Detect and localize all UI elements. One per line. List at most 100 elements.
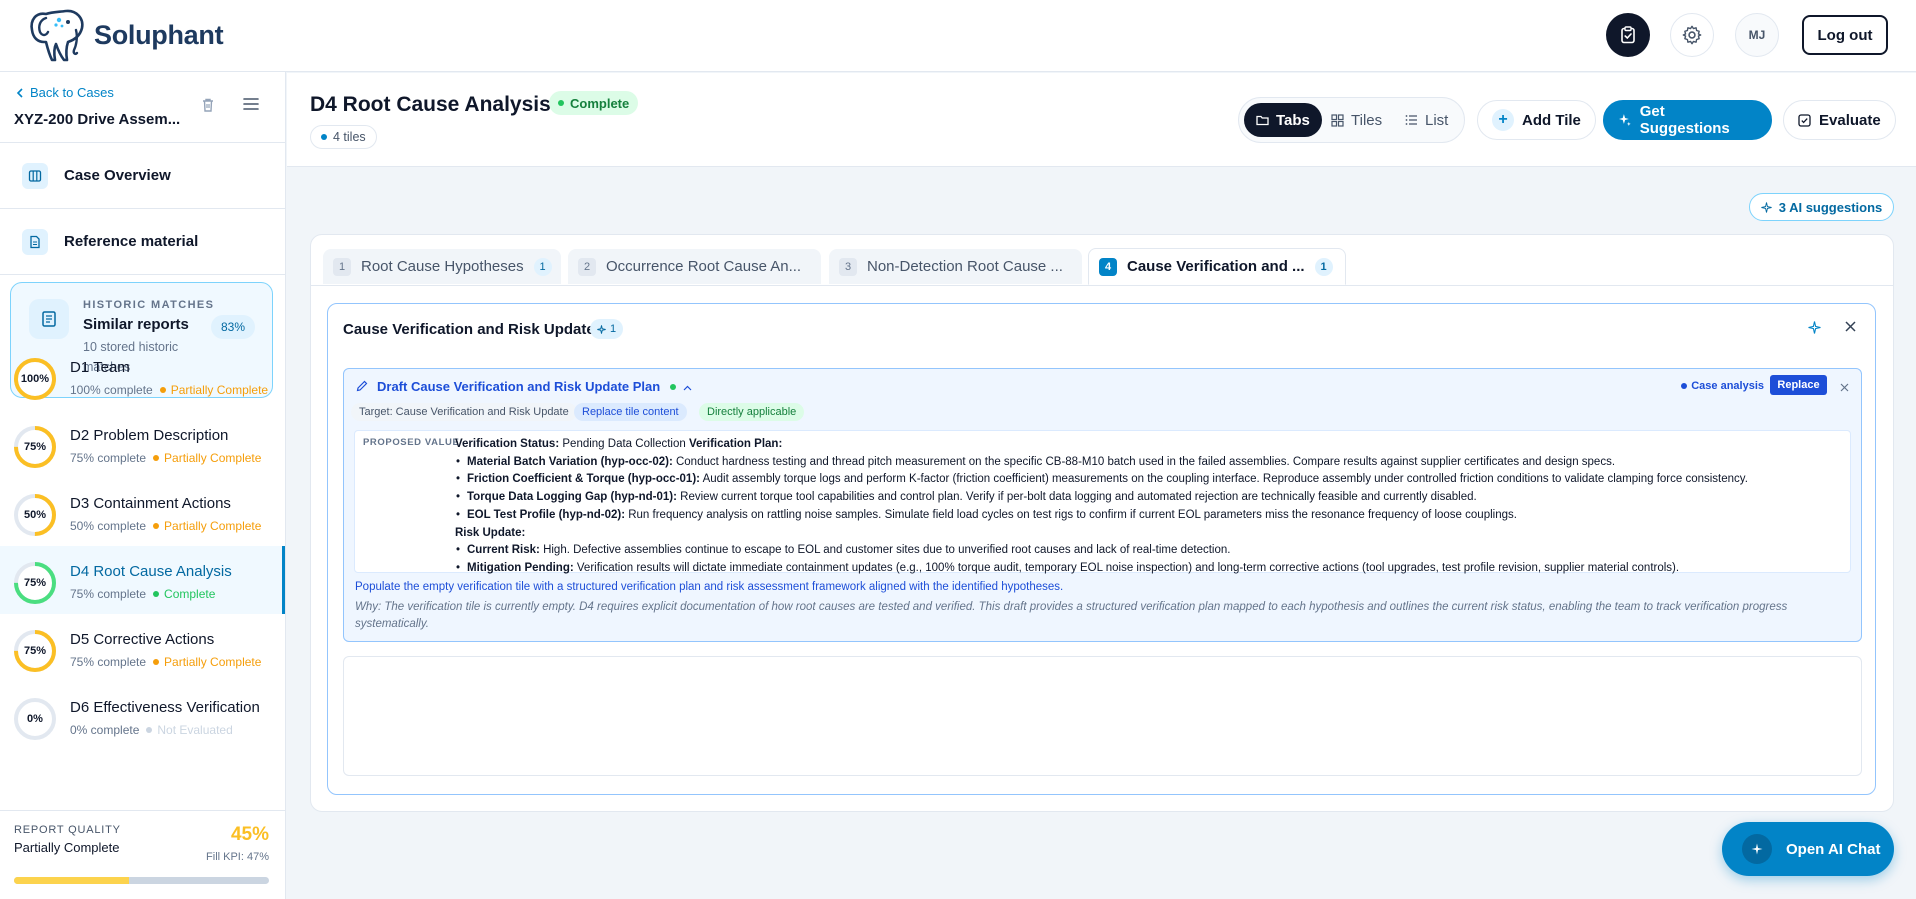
dismiss-suggestion-button[interactable]	[1840, 379, 1849, 397]
case-name: XYZ-200 Drive Assem...	[14, 111, 181, 128]
sidebar-discipline-item[interactable]: 100% D1 Team 100% complete Partially Comple…	[0, 342, 285, 410]
sidebar-discipline-item[interactable]: 50% D3 Containment Actions 50% complete Par…	[0, 478, 285, 546]
elephant-logo-icon	[30, 9, 84, 62]
delete-case-button[interactable]	[200, 97, 216, 118]
tile-content-editor[interactable]	[343, 656, 1862, 776]
evaluate-button[interactable]: Evaluate	[1783, 100, 1896, 140]
quality-bar-fill	[14, 877, 129, 884]
ring-label: 75%	[23, 577, 47, 589]
tile-title: Cause Verification and Risk Update	[343, 321, 595, 338]
back-label: Back to Cases	[30, 85, 114, 100]
tile-close-button[interactable]	[1844, 320, 1857, 338]
close-icon	[1840, 383, 1849, 392]
quality-bar-track	[14, 877, 269, 884]
sidebar: Back to Cases XYZ-200 Drive Assem... Cas…	[0, 72, 286, 899]
chevron-up-icon	[684, 385, 692, 391]
top-bar: Soluphant MJ Log out	[0, 0, 1916, 72]
folder-icon	[1256, 115, 1269, 126]
list-icon	[1405, 115, 1417, 125]
discipline-progress: 75% complete Partially Complete	[70, 655, 262, 669]
get-suggestions-button[interactable]: Get Suggestions	[1603, 100, 1772, 140]
gear-icon	[1682, 25, 1702, 45]
sparkle-icon	[1808, 321, 1821, 334]
nav-case-overview[interactable]: Case Overview	[0, 143, 285, 209]
tab-occurrence-root-cause[interactable]: 2 Occurrence Root Cause An...	[568, 249, 821, 284]
tile-cause-verification: Cause Verification and Risk Update 1 Dra…	[327, 303, 1876, 795]
clipboard-button[interactable]	[1606, 13, 1650, 57]
add-tile-button[interactable]: + Add Tile	[1477, 100, 1596, 140]
brand-logo[interactable]: Soluphant	[28, 8, 224, 62]
suggestion-rationale: Why: The verification tile is currently …	[355, 601, 1788, 630]
avatar-initials: MJ	[1748, 28, 1766, 42]
tiles-card: 1 Root Cause Hypotheses 1 2 Occurrence Root…	[310, 234, 1894, 812]
sidebar-discipline-item[interactable]: 75% D2 Problem Description 75% complete Par…	[0, 410, 285, 478]
ai-suggestions-button[interactable]: 3 AI suggestions	[1749, 193, 1894, 221]
discipline-progress: 75% complete Partially Complete	[70, 451, 262, 465]
page-title: D4 Root Cause Analysis	[310, 93, 551, 116]
list-item: EOL Test Profile (hyp-nd-02): Run freque…	[455, 507, 1845, 525]
settings-button[interactable]	[1670, 13, 1714, 57]
status-dot	[146, 727, 153, 733]
discipline-title: D3 Containment Actions	[70, 495, 231, 512]
clipboard-icon	[1621, 26, 1635, 44]
tiles-count-pill: 4 tiles	[310, 125, 377, 149]
check-square-icon	[1798, 113, 1811, 127]
sparkle-icon	[1618, 114, 1631, 126]
status-dot	[159, 387, 166, 393]
ring-label: 100%	[20, 373, 50, 385]
ring-label: 0%	[27, 713, 43, 725]
suggestion-title[interactable]: Draft Cause Verification and Risk Update…	[377, 379, 692, 394]
discipline-title: D4 Root Cause Analysis	[70, 563, 232, 580]
list-item: Torque Data Logging Gap (hyp-nd-01): Rev…	[455, 489, 1845, 507]
open-ai-chat-button[interactable]: Open AI Chat	[1722, 822, 1894, 876]
hamburger-icon	[243, 98, 259, 110]
discipline-title: D5 Corrective Actions	[70, 631, 215, 648]
sidebar-discipline-item[interactable]: 0% D6 Effectiveness Verification 0% comple…	[0, 682, 285, 750]
ring-label: 50%	[23, 509, 47, 521]
replace-content-tag: Replace tile content	[574, 403, 687, 421]
proposed-value-label: PROPOSED VALUE	[363, 437, 460, 448]
menu-button[interactable]	[242, 96, 260, 117]
discipline-status: Not Evaluated	[157, 723, 233, 737]
trash-icon	[203, 98, 213, 112]
logout-button[interactable]: Log out	[1802, 15, 1888, 55]
tile-ai-button[interactable]	[1808, 321, 1821, 339]
list-item: Current Risk: High. Defective assemblies…	[455, 542, 1845, 560]
ring-label: 75%	[23, 645, 47, 657]
ring-label: 75%	[23, 441, 47, 453]
discipline-title: D1 Team	[70, 359, 130, 376]
historic-title: Similar reports	[83, 316, 189, 333]
columns-icon	[22, 162, 48, 189]
status-dot	[153, 659, 160, 665]
back-to-cases-link[interactable]: Back to Cases	[16, 85, 114, 100]
proposed-value-box: PROPOSED VALUE Verification Status: Pend…	[354, 430, 1851, 577]
sidebar-discipline-item[interactable]: 75% D5 Corrective Actions 75% complete Part…	[0, 614, 285, 682]
replace-button[interactable]: Replace	[1770, 375, 1827, 395]
sidebar-discipline-item[interactable]: 75% D4 Root Cause Analysis 75% complete Com…	[0, 546, 285, 614]
tab-cause-verification[interactable]: 4 Cause Verification and ... 1	[1088, 248, 1346, 285]
target-label: Target: Cause Verification and Risk Upda…	[351, 403, 577, 421]
discipline-title: D2 Problem Description	[70, 427, 229, 444]
source-badge: Case analysis	[1681, 380, 1764, 392]
view-list-button[interactable]: List	[1393, 103, 1460, 137]
nav-reference-material[interactable]: Reference material	[0, 209, 285, 275]
report-icon	[29, 299, 69, 339]
sparkle-icon	[1742, 834, 1772, 864]
discipline-status: Partially Complete	[164, 451, 262, 465]
list-item: Material Batch Variation (hyp-occ-02): C…	[455, 454, 1845, 472]
view-tabs-button[interactable]: Tabs	[1244, 103, 1322, 137]
tab-non-detection-root-cause[interactable]: 3 Non-Detection Root Cause ...	[829, 249, 1082, 284]
discipline-progress: 50% complete Partially Complete	[70, 519, 262, 533]
avatar[interactable]: MJ	[1735, 13, 1779, 57]
view-tiles-button[interactable]: Tiles	[1319, 103, 1394, 137]
list-item: Mitigation Pending: Verification results…	[455, 560, 1845, 578]
quality-percent: 45%	[230, 824, 269, 845]
suggestion-card: Draft Cause Verification and Risk Update…	[343, 368, 1862, 642]
tab-root-cause-hypotheses[interactable]: 1 Root Cause Hypotheses 1	[323, 249, 561, 284]
nav-label: Reference material	[64, 233, 199, 250]
pencil-icon	[356, 379, 368, 397]
discipline-progress: 0% complete Not Evaluated	[70, 723, 233, 737]
historic-match-percent: 83%	[211, 315, 255, 339]
discipline-title: D6 Effectiveness Verification	[70, 699, 260, 716]
status-badge: Complete	[549, 91, 639, 115]
